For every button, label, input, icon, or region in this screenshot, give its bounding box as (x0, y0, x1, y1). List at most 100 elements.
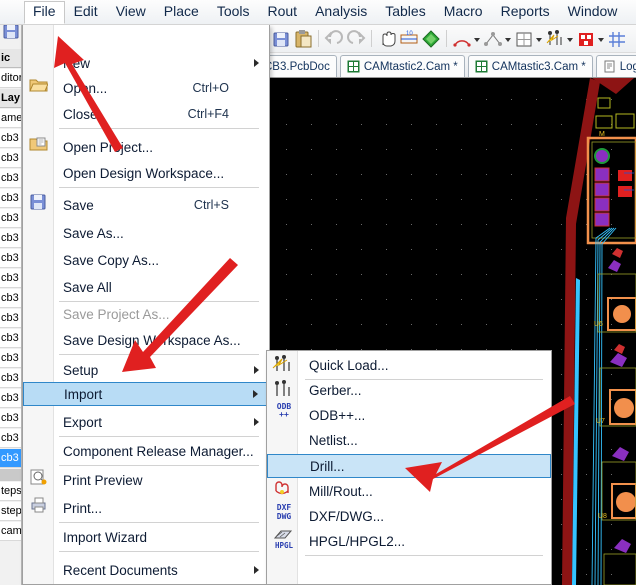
file-menu-item-export[interactable]: Export (23, 410, 269, 434)
menu-bar[interactable]: FileEditViewPlaceToolsRoutAnalysisTables… (0, 0, 636, 25)
submenu-arrow-icon (254, 366, 259, 374)
left-strip-row[interactable]: cb3 (0, 369, 22, 388)
file-menu-popup[interactable]: NewOpen...Ctrl+OCloseCtrl+F4 Open Project… (22, 25, 270, 585)
import-submenu-item-hpgl-hpgl2[interactable]: HPGL/HPGL2... (267, 529, 551, 553)
measure-icon[interactable]: 10 (398, 27, 420, 51)
menubar-item-help[interactable]: Help (626, 1, 636, 23)
file-menu-item-print-preview[interactable]: Print Preview (23, 468, 269, 492)
file-menu-item-print[interactable]: Print... (23, 496, 269, 520)
board-outline-icon[interactable] (513, 27, 535, 51)
chevron-down-icon[interactable] (535, 27, 544, 51)
arc-icon[interactable] (451, 27, 473, 51)
left-strip-row[interactable]: cb3 (0, 309, 22, 328)
menu-item-label: Close (63, 107, 98, 122)
import-submenu-item-drill[interactable]: Drill... (267, 454, 551, 478)
left-strip-row[interactable]: cb3 (0, 269, 22, 288)
document-tab-active[interactable]: CAMtastic3.Cam * (468, 55, 593, 77)
left-strip-row[interactable]: cb3 (0, 229, 22, 248)
menubar-item-macro[interactable]: Macro (435, 1, 492, 23)
menubar-item-rout[interactable]: Rout (259, 1, 307, 23)
left-strip-row[interactable]: ic (0, 49, 22, 68)
document-tab[interactable]: CB3.PcbDoc (268, 55, 337, 77)
file-menu-item-component-release-manager[interactable]: Component Release Manager... (23, 439, 269, 463)
left-strip-row[interactable]: ditor (0, 69, 22, 88)
left-strip-row[interactable] (0, 469, 22, 481)
chevron-down-icon[interactable] (566, 27, 575, 51)
file-menu-item-import-wizard[interactable]: Import Wizard (23, 525, 269, 549)
menubar-item-place[interactable]: Place (155, 1, 208, 23)
left-strip-row[interactable]: cb3 (0, 249, 22, 268)
left-strip-row[interactable]: step (0, 502, 22, 521)
menubar-item-tools[interactable]: Tools (208, 1, 259, 23)
file-menu-item-open-project[interactable]: Open Project... (23, 135, 269, 159)
file-menu-item-new[interactable]: New (23, 51, 269, 75)
document-tab-strip[interactable]: CB3.PcbDoc CAMtastic2.Cam * CAMtastic3.C… (268, 53, 636, 78)
menu-separator (59, 354, 259, 355)
file-menu-item-import[interactable]: Import (23, 382, 269, 406)
left-strip-row[interactable]: teps (0, 482, 22, 501)
document-tab[interactable]: CAMtastic2.Cam * (340, 55, 465, 77)
paste-icon[interactable] (292, 27, 314, 51)
left-strip-row[interactable]: cb3 (0, 329, 22, 348)
document-tab[interactable]: Log_201 (596, 55, 636, 77)
left-strip-row[interactable]: cb3 (0, 449, 22, 468)
document-tab-label: CAMtastic2.Cam * (364, 61, 458, 73)
file-menu-item-save-copy-as[interactable]: Save Copy As... (23, 248, 269, 272)
left-strip-row[interactable]: cb3 (0, 129, 22, 148)
submenu-item-label: Mill/Rout... (309, 484, 373, 499)
left-strip-row[interactable]: cb3 (0, 149, 22, 168)
main-toolbar[interactable]: 10 (268, 25, 636, 53)
file-menu-item-open[interactable]: Open...Ctrl+O (23, 76, 269, 100)
import-submenu-item-netlist[interactable]: Netlist... (267, 428, 551, 452)
file-menu-item-save-design-workspace-as[interactable]: Save Design Workspace As... (23, 328, 269, 352)
save-icon[interactable] (270, 27, 292, 51)
file-menu-item-open-design-workspace[interactable]: Open Design Workspace... (23, 161, 269, 185)
left-strip-row[interactable]: Lay (0, 89, 22, 108)
menubar-item-tables[interactable]: Tables (376, 1, 434, 23)
import-submenu-item-quick-load[interactable]: Quick Load... (267, 353, 551, 377)
grid-icon[interactable] (606, 27, 628, 51)
left-strip-row[interactable]: cb3 (0, 429, 22, 448)
toolbar-separator (371, 30, 372, 47)
menu-item-label: Open... (63, 81, 107, 96)
save-icon[interactable] (2, 25, 20, 40)
left-strip-row[interactable]: cb3 (0, 409, 22, 428)
import-submenu-popup[interactable]: ODB++ DXFDWG HPGL Quick Load...Gerber...… (266, 350, 552, 585)
left-panel-strip[interactable]: icditorLayamecb3cb3cb3cb3cb3cb3cb3cb3cb3… (0, 25, 22, 585)
undo-icon[interactable] (323, 27, 345, 51)
left-strip-row[interactable]: cb3 (0, 289, 22, 308)
import-submenu-item-dxf-dwg[interactable]: DXF/DWG... (267, 504, 551, 528)
left-strip-row[interactable]: cb3 (0, 189, 22, 208)
file-menu-item-save-as[interactable]: Save As... (23, 221, 269, 245)
pan-hand-icon[interactable] (376, 27, 398, 51)
import-submenu-item-mill-rout[interactable]: Mill/Rout... (267, 479, 551, 503)
menubar-item-window[interactable]: Window (559, 1, 627, 23)
left-strip-row[interactable]: cb3 (0, 209, 22, 228)
file-menu-item-setup[interactable]: Setup (23, 358, 269, 382)
left-strip-row[interactable]: cam (0, 522, 22, 541)
menubar-item-view[interactable]: View (107, 1, 155, 23)
file-menu-item-save[interactable]: SaveCtrl+S (23, 193, 269, 217)
left-strip-row[interactable]: cb3 (0, 349, 22, 368)
menubar-item-reports[interactable]: Reports (492, 1, 559, 23)
left-strip-row[interactable]: cb3 (0, 389, 22, 408)
netlist-icon[interactable] (482, 27, 504, 51)
quick-load-icon[interactable] (544, 27, 566, 51)
chevron-down-icon[interactable] (597, 27, 606, 51)
chevron-down-icon[interactable] (473, 27, 482, 51)
left-strip-row[interactable]: ame (0, 109, 22, 128)
pads-icon[interactable] (575, 27, 597, 51)
import-submenu-item-gerber[interactable]: Gerber... (267, 378, 551, 402)
file-menu-item-save-all[interactable]: Save All (23, 275, 269, 299)
left-strip-row[interactable]: cb3 (0, 169, 22, 188)
chevron-down-icon[interactable] (504, 27, 513, 51)
import-submenu-item-odb[interactable]: ODB++... (267, 403, 551, 427)
redo-icon[interactable] (345, 27, 367, 51)
file-menu-item-close[interactable]: CloseCtrl+F4 (23, 102, 269, 126)
file-menu-item-recent-documents[interactable]: Recent Documents (23, 558, 269, 582)
menubar-item-edit[interactable]: Edit (65, 1, 107, 23)
file-menu-item-save-project-as[interactable]: Save Project As... (23, 302, 269, 326)
layers-icon[interactable] (420, 27, 442, 51)
menubar-item-file[interactable]: File (24, 1, 65, 24)
menubar-item-analysis[interactable]: Analysis (306, 1, 376, 23)
